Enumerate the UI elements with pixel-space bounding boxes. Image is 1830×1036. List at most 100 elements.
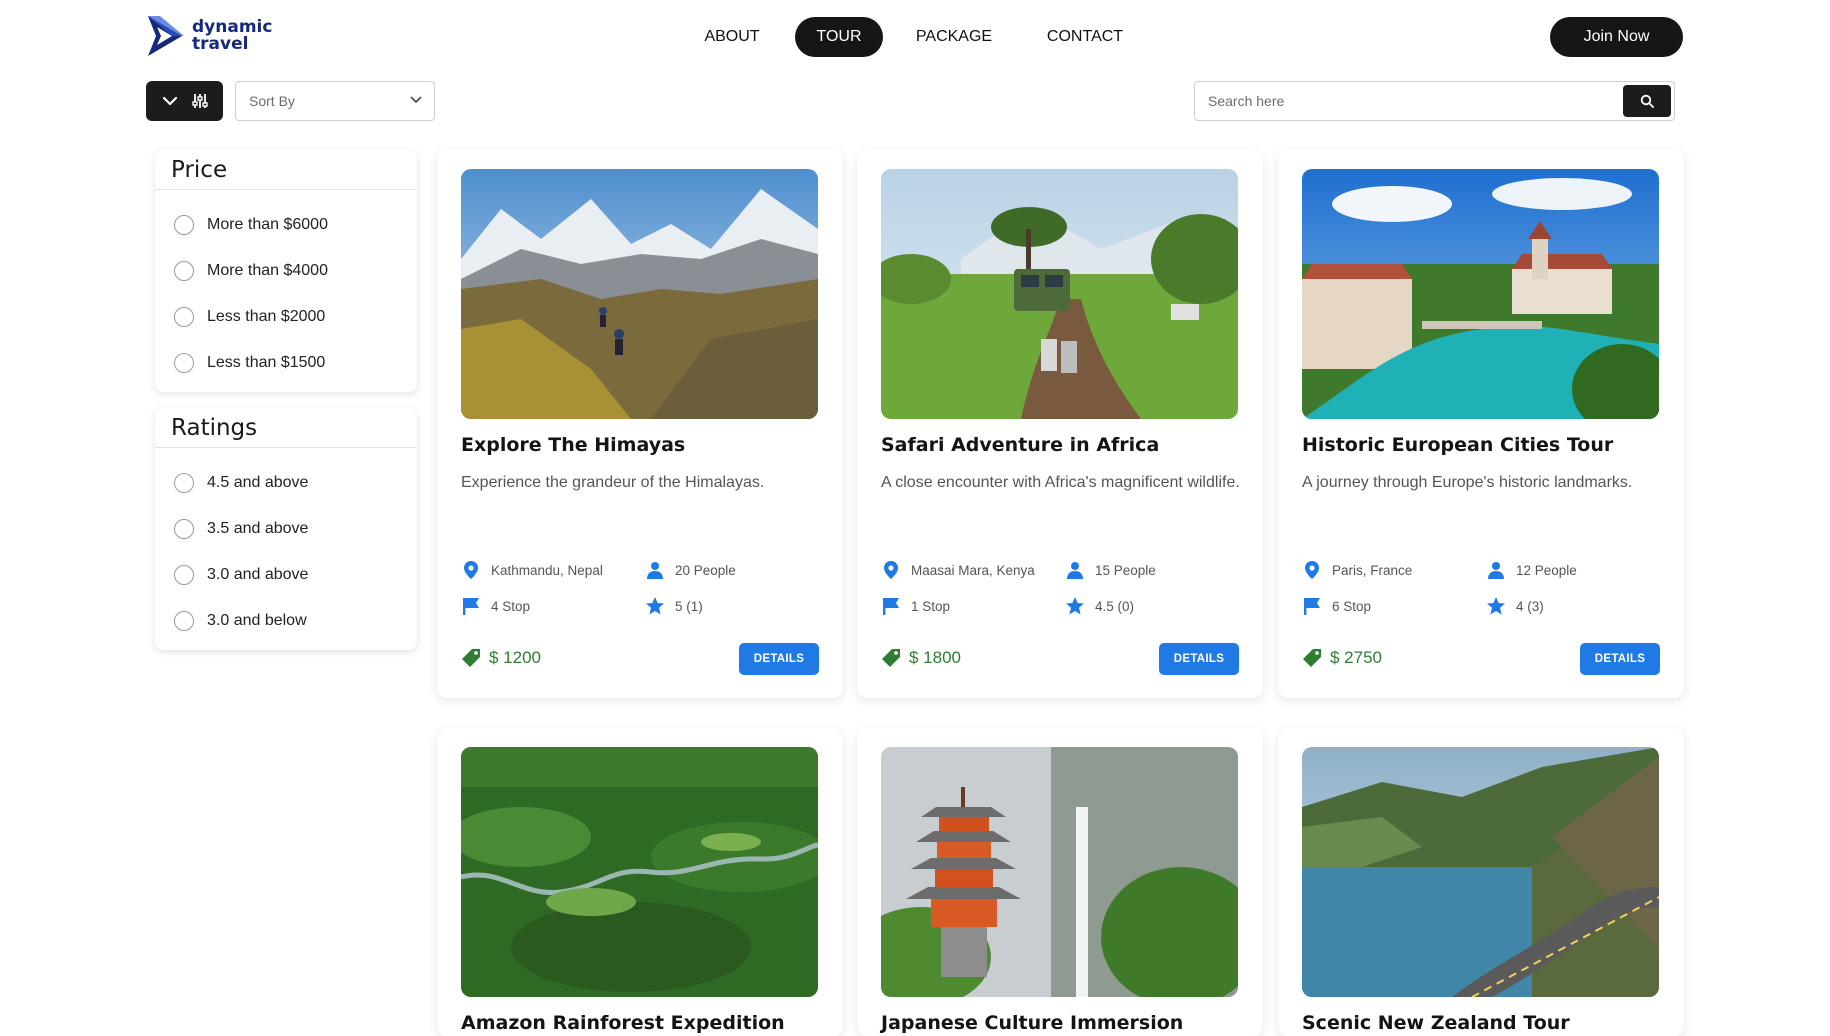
radio-button[interactable] bbox=[174, 611, 194, 631]
tour-rating: 4 (3) bbox=[1486, 596, 1544, 616]
tour-card: Historic European Cities Tour A journey … bbox=[1278, 150, 1684, 698]
tour-stops: 1 Stop bbox=[881, 596, 950, 616]
person-icon bbox=[1067, 562, 1083, 579]
tour-image-safari[interactable] bbox=[881, 169, 1238, 419]
rating-option[interactable]: 3.5 and above bbox=[155, 506, 417, 552]
rating-text: 4.5 (0) bbox=[1095, 598, 1135, 614]
stops-text: 4 Stop bbox=[491, 598, 531, 614]
people-text: 20 People bbox=[675, 562, 736, 578]
radio-button[interactable] bbox=[174, 565, 194, 585]
radio-button[interactable] bbox=[174, 215, 194, 235]
tour-image-new-zealand[interactable] bbox=[1302, 747, 1659, 997]
rating-option[interactable]: 4.5 and above bbox=[155, 460, 417, 506]
tour-people: 12 People bbox=[1486, 560, 1577, 580]
tour-description: Experience the grandeur of the Himalayas… bbox=[461, 474, 765, 491]
radio-button[interactable] bbox=[174, 353, 194, 373]
tour-rating: 5 (1) bbox=[645, 596, 703, 616]
tour-description: A journey through Europe's historic land… bbox=[1302, 474, 1633, 491]
details-button[interactable]: DETAILS bbox=[739, 643, 819, 675]
star-icon bbox=[1066, 597, 1084, 615]
tour-title: Japanese Culture Immersion bbox=[881, 1012, 1184, 1034]
sort-by-label: Sort By bbox=[249, 93, 295, 109]
person-icon bbox=[1488, 562, 1504, 579]
price-option-label: Less than $1500 bbox=[207, 354, 326, 371]
price-option[interactable]: Less than $1500 bbox=[155, 340, 417, 386]
tour-location: Paris, France bbox=[1302, 560, 1412, 580]
tour-people: 15 People bbox=[1065, 560, 1156, 580]
rating-option[interactable]: 3.0 and above bbox=[155, 552, 417, 598]
location-text: Kathmandu, Nepal bbox=[491, 562, 603, 578]
price-text: $ 1800 bbox=[909, 648, 961, 667]
tour-title: Safari Adventure in Africa bbox=[881, 434, 1160, 456]
rating-option[interactable]: 3.0 and below bbox=[155, 598, 417, 644]
tour-card: Safari Adventure in Africa A close encou… bbox=[857, 150, 1263, 698]
ratings-filter-title: Ratings bbox=[155, 408, 417, 448]
price-option[interactable]: More than $6000 bbox=[155, 202, 417, 248]
tour-image-himalayas[interactable] bbox=[461, 169, 818, 419]
nav-contact[interactable]: CONTACT bbox=[1035, 17, 1135, 57]
nav-about[interactable]: ABOUT bbox=[692, 17, 772, 57]
star-icon bbox=[646, 597, 664, 615]
tour-card: Explore The Himayas Experience the grand… bbox=[437, 150, 843, 698]
location-text: Paris, France bbox=[1332, 562, 1413, 578]
tour-image-amazon[interactable] bbox=[461, 747, 818, 997]
ratings-filter: Ratings 4.5 and above 3.5 and above 3.0 … bbox=[155, 408, 417, 650]
radio-button[interactable] bbox=[174, 261, 194, 281]
rating-text: 5 (1) bbox=[675, 598, 703, 614]
price-filter: Price More than $6000 More than $4000 Le… bbox=[155, 150, 417, 392]
tour-image-japan[interactable] bbox=[881, 747, 1238, 997]
details-button[interactable]: DETAILS bbox=[1159, 643, 1239, 675]
flag-icon bbox=[1304, 598, 1320, 615]
sort-by-select[interactable]: Sort By bbox=[235, 81, 435, 121]
join-now-button[interactable]: Join Now bbox=[1550, 17, 1683, 57]
star-icon bbox=[1487, 597, 1505, 615]
radio-button[interactable] bbox=[174, 307, 194, 327]
radio-button[interactable] bbox=[174, 473, 194, 493]
tour-stops: 6 Stop bbox=[1302, 596, 1371, 616]
price-tag-icon bbox=[1303, 649, 1321, 667]
flag-icon bbox=[883, 598, 899, 615]
rating-option-label: 3.0 and below bbox=[207, 612, 307, 629]
search-button[interactable] bbox=[1623, 85, 1671, 117]
price-option[interactable]: More than $4000 bbox=[155, 248, 417, 294]
tour-rating: 4.5 (0) bbox=[1065, 596, 1134, 616]
tour-location: Kathmandu, Nepal bbox=[461, 560, 603, 580]
stops-text: 6 Stop bbox=[1332, 598, 1372, 614]
header: dynamic travel ABOUT TOUR PACKAGE CONTAC… bbox=[0, 0, 1830, 74]
tour-title: Explore The Himayas bbox=[461, 434, 686, 456]
price-tag-icon bbox=[882, 649, 900, 667]
tour-card: Amazon Rainforest Expedition bbox=[437, 728, 843, 1036]
tour-card: Japanese Culture Immersion bbox=[857, 728, 1263, 1036]
nav-package[interactable]: PACKAGE bbox=[905, 17, 1003, 57]
location-pin-icon bbox=[464, 561, 478, 579]
price-tag-icon bbox=[462, 649, 480, 667]
tour-price: $ 1200 bbox=[461, 648, 541, 668]
tour-title: Amazon Rainforest Expedition bbox=[461, 1012, 785, 1034]
nav-tour[interactable]: TOUR bbox=[795, 17, 883, 57]
location-pin-icon bbox=[884, 561, 898, 579]
price-option-label: More than $6000 bbox=[207, 216, 328, 233]
price-option[interactable]: Less than $2000 bbox=[155, 294, 417, 340]
location-pin-icon bbox=[1305, 561, 1319, 579]
chevron-down-icon bbox=[410, 96, 422, 104]
people-text: 15 People bbox=[1095, 562, 1156, 578]
details-button[interactable]: DETAILS bbox=[1580, 643, 1660, 675]
radio-button[interactable] bbox=[174, 519, 194, 539]
location-text: Maasai Mara, Kenya bbox=[911, 562, 1035, 578]
tour-image-europe[interactable] bbox=[1302, 169, 1659, 419]
filter-toggle-button[interactable] bbox=[146, 81, 223, 121]
price-text: $ 2750 bbox=[1330, 648, 1382, 667]
stops-text: 1 Stop bbox=[911, 598, 951, 614]
tour-stops: 4 Stop bbox=[461, 596, 530, 616]
tour-title: Historic European Cities Tour bbox=[1302, 434, 1614, 456]
search-bar bbox=[1194, 81, 1675, 121]
price-option-label: Less than $2000 bbox=[207, 308, 326, 325]
search-input[interactable] bbox=[1195, 82, 1625, 120]
tour-price: $ 2750 bbox=[1302, 648, 1382, 668]
people-text: 12 People bbox=[1516, 562, 1577, 578]
rating-text: 4 (3) bbox=[1516, 598, 1544, 614]
rating-option-label: 4.5 and above bbox=[207, 474, 309, 491]
tour-title: Scenic New Zealand Tour bbox=[1302, 1012, 1570, 1034]
chevron-down-icon bbox=[162, 96, 177, 106]
tour-card: Scenic New Zealand Tour bbox=[1278, 728, 1684, 1036]
